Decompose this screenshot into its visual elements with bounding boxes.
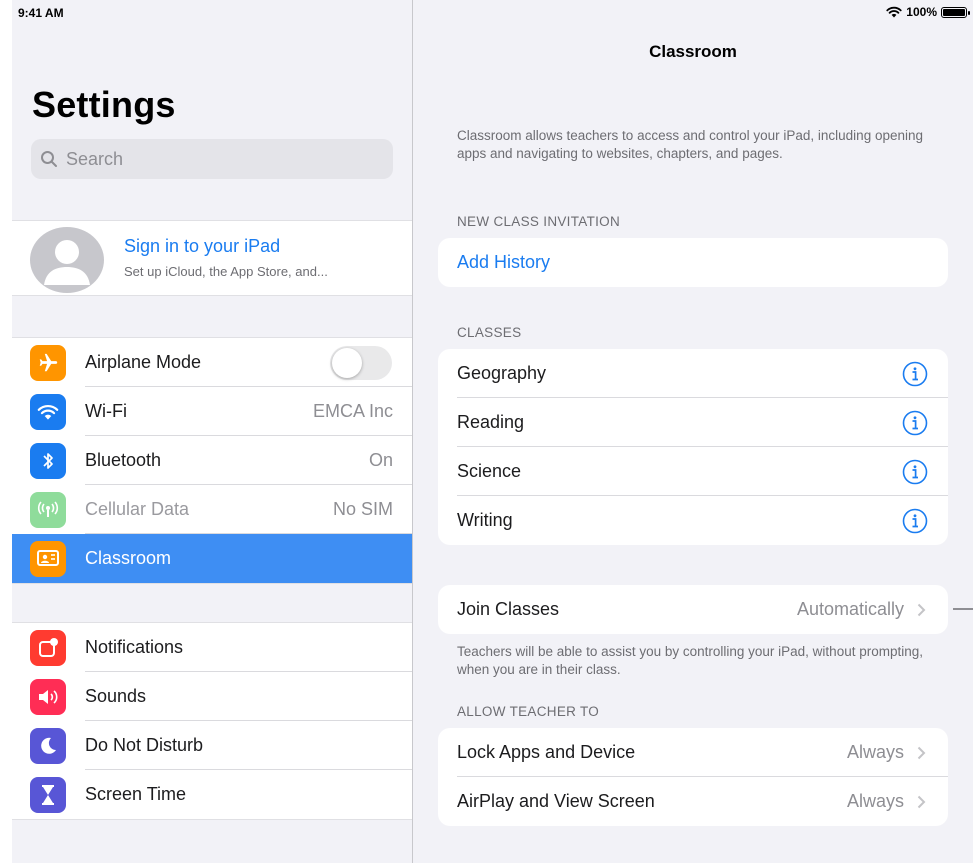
sidebar-item-classroom[interactable]: Classroom <box>12 534 412 583</box>
bluetooth-value: On <box>368 450 393 470</box>
sidebar-item-label: Do Not Disturb <box>85 735 204 755</box>
sidebar-item-sounds[interactable]: Sounds <box>12 672 412 721</box>
intro-text: Classroom allows teachers to access and … <box>457 128 924 161</box>
class-row[interactable]: Geography <box>438 349 948 398</box>
add-history-row[interactable]: Add History <box>438 238 948 287</box>
settings-group-connectivity: Airplane Mode Wi-Fi EMCA Inc Bluetooth O… <box>12 337 412 584</box>
status-bar: 9:41 AM 100% <box>0 0 973 26</box>
info-icon[interactable] <box>902 508 928 534</box>
cellular-value: No SIM <box>332 499 393 519</box>
page-title: Classroom <box>649 42 737 61</box>
info-icon[interactable] <box>902 459 928 485</box>
sign-in-subtitle: Set up iCloud, the App Store, and... <box>124 264 328 279</box>
class-row[interactable]: Reading <box>438 398 948 447</box>
sidebar-item-label: Sounds <box>85 686 147 706</box>
sidebar-item-notifications[interactable]: Notifications <box>12 623 412 672</box>
sidebar-item-label: Wi-Fi <box>85 401 127 421</box>
airplane-mode-toggle[interactable] <box>330 345 392 380</box>
add-history-link[interactable]: Add History <box>457 252 550 273</box>
join-classes-row[interactable]: Join Classes Automatically <box>438 585 948 634</box>
sidebar-item-label: Cellular Data <box>85 499 190 519</box>
moon-icon <box>30 727 66 764</box>
sidebar-item-screen-time[interactable]: Screen Time <box>12 770 412 819</box>
sidebar-item-bluetooth[interactable]: Bluetooth On <box>12 436 412 485</box>
lock-apps-value: Always <box>846 742 904 762</box>
notifications-icon <box>30 629 66 666</box>
sidebar-item-do-not-disturb[interactable]: Do Not Disturb <box>12 721 412 770</box>
airplay-row[interactable]: AirPlay and View Screen Always <box>438 777 948 826</box>
join-classes-label: Join Classes <box>457 599 560 619</box>
chevron-right-icon <box>917 746 926 759</box>
lock-apps-label: Lock Apps and Device <box>457 742 636 762</box>
person-icon <box>44 240 90 285</box>
section-header-allow: ALLOW TEACHER TO <box>457 704 600 719</box>
join-classes-value: Automatically <box>796 599 904 619</box>
class-name: Writing <box>457 510 513 530</box>
class-row[interactable]: Science <box>438 447 948 496</box>
chevron-right-icon <box>917 603 926 616</box>
sidebar-item-wifi[interactable]: Wi-Fi EMCA Inc <box>12 387 412 436</box>
status-indicators: 100% <box>886 5 970 19</box>
classroom-icon <box>30 540 66 577</box>
class-name: Reading <box>457 412 525 432</box>
section-header-classes: CLASSES <box>457 325 522 340</box>
join-classes-note: Teachers will be able to assist you by c… <box>457 644 923 677</box>
settings-sidebar: Settings Search Sign in to your iPad Set… <box>0 0 413 863</box>
bluetooth-icon <box>30 442 66 479</box>
info-icon[interactable] <box>902 361 928 387</box>
sidebar-item-label: Notifications <box>85 637 184 657</box>
airplane-icon <box>30 344 66 381</box>
lock-apps-row[interactable]: Lock Apps and Device Always <box>438 728 948 777</box>
classes-card: Geography Reading Science Writing <box>438 349 948 545</box>
wifi-value: EMCA Inc <box>312 401 393 421</box>
class-name: Science <box>457 461 522 481</box>
avatar <box>30 227 104 293</box>
airplay-label: AirPlay and View Screen <box>457 791 655 811</box>
search-placeholder: Search <box>66 148 124 169</box>
class-row[interactable]: Writing <box>438 496 948 545</box>
search-input[interactable]: Search <box>31 139 393 179</box>
sign-in-link[interactable]: Sign in to your iPad <box>124 236 280 257</box>
hourglass-icon <box>30 776 66 813</box>
sign-in-row[interactable]: Sign in to your iPad Set up iCloud, the … <box>12 220 412 296</box>
status-time: 9:41 AM <box>18 6 64 20</box>
section-header-invitation: NEW CLASS INVITATION <box>457 214 621 229</box>
wifi-status-icon <box>886 6 902 18</box>
airplay-value: Always <box>846 791 904 811</box>
battery-icon <box>941 6 970 18</box>
invitation-card: Add History <box>438 238 948 287</box>
sidebar-item-label: Bluetooth <box>85 450 162 470</box>
wifi-icon <box>30 393 66 430</box>
info-icon[interactable] <box>902 410 928 436</box>
sidebar-title: Settings <box>32 84 176 125</box>
sidebar-item-label: Classroom <box>85 548 172 568</box>
sidebar-item-label: Screen Time <box>85 784 187 804</box>
class-name: Geography <box>457 363 547 383</box>
callout-line <box>953 608 973 610</box>
sidebar-item-cellular-data[interactable]: Cellular Data No SIM <box>12 485 412 534</box>
allow-teacher-card: Lock Apps and Device Always AirPlay and … <box>438 728 948 826</box>
chevron-right-icon <box>917 795 926 808</box>
sidebar-item-airplane-mode[interactable]: Airplane Mode <box>12 338 412 387</box>
classroom-detail-pane: Classroom Classroom allows teachers to a… <box>413 0 973 863</box>
battery-percent: 100% <box>906 5 937 19</box>
settings-group-notifications: Notifications Sounds Do Not Disturb Scre… <box>12 622 412 820</box>
antenna-icon <box>30 491 66 528</box>
search-icon <box>41 151 57 167</box>
sidebar-item-label: Airplane Mode <box>85 352 202 372</box>
speaker-icon <box>30 678 66 715</box>
join-classes-card: Join Classes Automatically <box>438 585 948 634</box>
